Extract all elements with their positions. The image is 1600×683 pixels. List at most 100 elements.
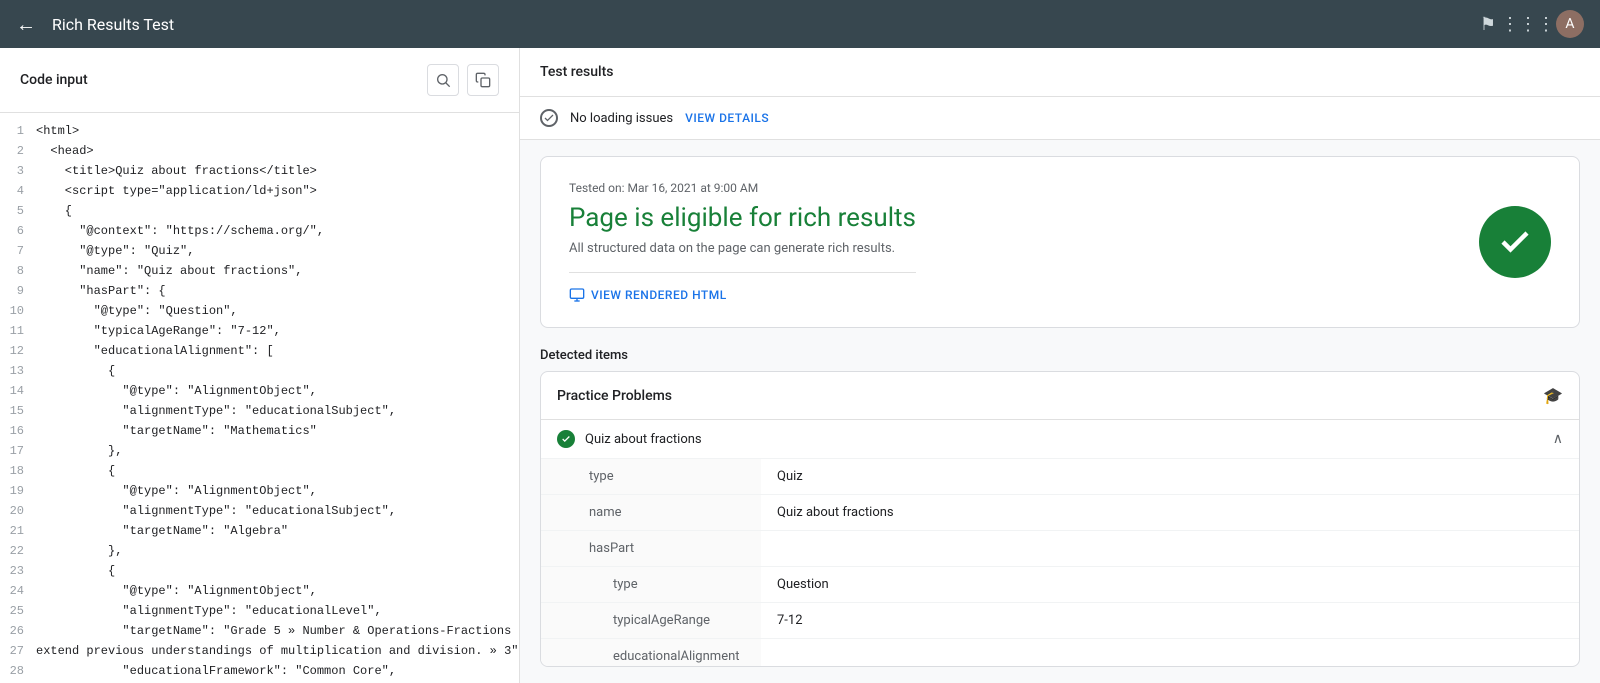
line-number: 14 (0, 381, 36, 401)
practice-problems-title: Practice Problems (557, 388, 672, 404)
code-line: 11 "typicalAgeRange": "7-12", (0, 321, 519, 341)
table-row: type Quiz (541, 459, 1579, 495)
line-number: 21 (0, 521, 36, 541)
view-rendered-html-link[interactable]: VIEW RENDERED HTML (569, 272, 916, 303)
graduation-icon: 🎓 (1543, 386, 1563, 405)
line-number: 23 (0, 561, 36, 581)
line-content: "targetName": "Grade 5 » Number & Operat… (36, 621, 519, 641)
line-content: "@type": "AlignmentObject", (36, 581, 519, 601)
left-panel: Code input 1<html>2 <head>3 <title>Quiz … (0, 48, 520, 683)
line-content: extend previous understandings of multip… (36, 641, 519, 661)
line-number: 3 (0, 161, 36, 181)
status-text: No loading issues (570, 111, 673, 126)
detected-card: Practice Problems 🎓 Quiz about fractions … (540, 371, 1580, 667)
status-check-icon (540, 109, 558, 127)
chevron-up-icon[interactable]: ∧ (1553, 431, 1563, 447)
topbar-icons: ⚑ ⋮⋮⋮ A (1476, 10, 1584, 38)
code-line: 9 "hasPart": { (0, 281, 519, 301)
line-number: 6 (0, 221, 36, 241)
search-button[interactable] (427, 64, 459, 96)
code-line: 16 "targetName": "Mathematics" (0, 421, 519, 441)
line-number: 25 (0, 601, 36, 621)
line-number: 5 (0, 201, 36, 221)
line-number: 27 (0, 641, 36, 661)
line-content: "targetName": "Algebra" (36, 521, 519, 541)
line-content: }, (36, 541, 519, 561)
checkmark-icon (1497, 224, 1533, 260)
result-check-container (1479, 206, 1551, 278)
table-row: educationalAlignment (541, 639, 1579, 667)
code-editor[interactable]: 1<html>2 <head>3 <title>Quiz about fract… (0, 113, 519, 683)
code-line: 26 "targetName": "Grade 5 » Number & Ope… (0, 621, 519, 641)
line-content: }, (36, 441, 519, 461)
result-card-content: Tested on: Mar 16, 2021 at 9:00 AM Page … (569, 181, 916, 303)
code-line: 4 <script type="application/ld+json"> (0, 181, 519, 201)
line-content: "alignmentType": "educationalSubject", (36, 401, 519, 421)
line-number: 17 (0, 441, 36, 461)
line-content: "alignmentType": "educationalLevel", (36, 601, 519, 621)
tested-on-text: Tested on: Mar 16, 2021 at 9:00 AM (569, 181, 916, 195)
line-content: <head> (36, 141, 519, 161)
copy-icon (475, 72, 491, 88)
copy-button[interactable] (467, 64, 499, 96)
line-content: "alignmentType": "educationalSubject", (36, 501, 519, 521)
table-row: typicalAgeRange 7-12 (541, 603, 1579, 639)
line-number: 2 (0, 141, 36, 161)
code-line: 23 { (0, 561, 519, 581)
main-layout: Code input 1<html>2 <head>3 <title>Quiz … (0, 48, 1600, 683)
view-rendered-html-label: VIEW RENDERED HTML (591, 288, 727, 302)
result-title: Page is eligible for rich results (569, 203, 916, 233)
line-content: { (36, 201, 519, 221)
line-number: 10 (0, 301, 36, 321)
code-line: 19 "@type": "AlignmentObject", (0, 481, 519, 501)
line-content: "educationalFramework": "Common Core", (36, 661, 519, 681)
line-number: 26 (0, 621, 36, 641)
code-input-header: Code input (0, 48, 519, 113)
line-number: 19 (0, 481, 36, 501)
back-button[interactable]: ← (16, 12, 36, 37)
line-number: 22 (0, 541, 36, 561)
code-line: 18 { (0, 461, 519, 481)
grid-icon[interactable]: ⋮⋮⋮ (1516, 12, 1540, 36)
line-content: "targetName": "Mathematics" (36, 421, 519, 441)
app-title: Rich Results Test (52, 15, 1464, 34)
data-row-key: name (541, 495, 761, 530)
code-line: 8 "name": "Quiz about fractions", (0, 261, 519, 281)
line-number: 13 (0, 361, 36, 381)
line-number: 4 (0, 181, 36, 201)
line-number: 12 (0, 341, 36, 361)
line-content: "@type": "AlignmentObject", (36, 381, 519, 401)
line-content: "hasPart": { (36, 281, 519, 301)
code-line: 17 }, (0, 441, 519, 461)
line-content: "@type": "Question", (36, 301, 519, 321)
status-bar: No loading issues VIEW DETAILS (520, 97, 1600, 140)
data-row-val: Question (761, 567, 1579, 602)
test-results-header: Test results (520, 48, 1600, 97)
search-icon (435, 72, 451, 88)
line-number: 18 (0, 461, 36, 481)
quiz-item-label: Quiz about fractions (585, 432, 1543, 447)
table-row: name Quiz about fractions (541, 495, 1579, 531)
code-line: 10 "@type": "Question", (0, 301, 519, 321)
green-check-circle (1479, 206, 1551, 278)
data-row-key: type (541, 459, 761, 494)
code-line: 7 "@type": "Quiz", (0, 241, 519, 261)
result-description: All structured data on the page can gene… (569, 241, 916, 256)
flag-icon[interactable]: ⚑ (1476, 12, 1500, 36)
result-card: Tested on: Mar 16, 2021 at 9:00 AM Page … (540, 156, 1580, 328)
code-line: 28 "educationalFramework": "Common Core"… (0, 661, 519, 681)
code-line: 20 "alignmentType": "educationalSubject"… (0, 501, 519, 521)
line-content: { (36, 361, 519, 381)
avatar[interactable]: A (1556, 10, 1584, 38)
code-line: 25 "alignmentType": "educationalLevel", (0, 601, 519, 621)
data-row-val (761, 531, 1579, 566)
quiz-item-row[interactable]: Quiz about fractions ∧ (541, 420, 1579, 459)
data-row-val: Quiz about fractions (761, 495, 1579, 530)
code-line: 6 "@context": "https://schema.org/", (0, 221, 519, 241)
code-line: 13 { (0, 361, 519, 381)
line-content: <html> (36, 121, 519, 141)
line-number: 8 (0, 261, 36, 281)
line-content: <title>Quiz about fractions</title> (36, 161, 519, 181)
code-line: 15 "alignmentType": "educationalSubject"… (0, 401, 519, 421)
view-details-link[interactable]: VIEW DETAILS (685, 111, 769, 125)
